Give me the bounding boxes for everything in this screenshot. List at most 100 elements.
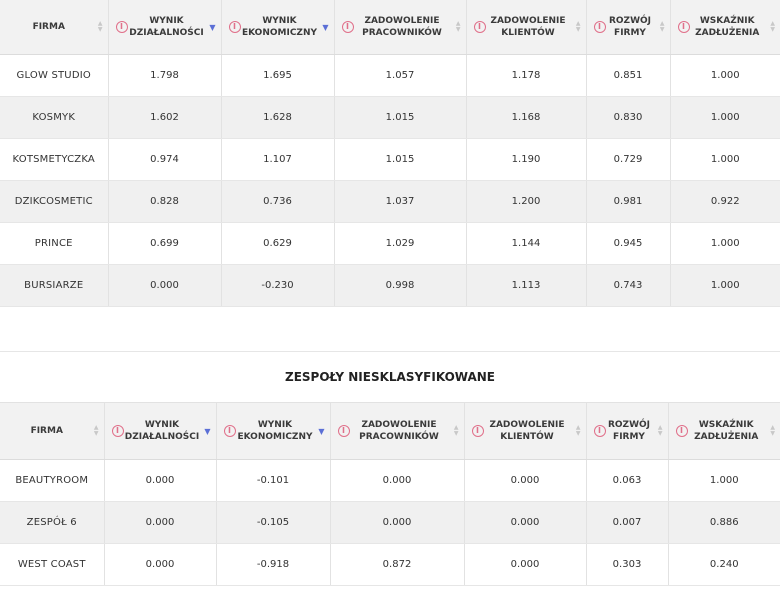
cell-wynik-ekonomiczny: 0.629: [221, 222, 335, 265]
cell-wskaznik-zadluzenia: 0.886: [668, 501, 780, 544]
column-header-rozwoj-firmy[interactable]: i ROZWÓJ FIRMY ▲ ▼: [586, 402, 669, 460]
cell-zadowolenie-klientow: 1.190: [466, 138, 587, 181]
cell-wynik-dzialalnosci: 1.602: [108, 96, 222, 139]
sort-desc-icon[interactable]: ▼: [209, 23, 215, 32]
cell-firma: WEST COAST: [0, 543, 105, 586]
info-icon[interactable]: i: [115, 20, 128, 33]
section-title-unclassified: ZESPOŁY NIESKLASYFIKOWANE: [285, 369, 495, 384]
info-icon[interactable]: i: [228, 20, 241, 33]
sort-desc-icon[interactable]: ▼: [322, 23, 328, 32]
info-icon[interactable]: i: [473, 20, 486, 33]
column-header-wynik-ekonomiczny[interactable]: i WYNIK EKONOMICZNY ▼: [216, 402, 331, 460]
table-row: ZESPÓŁ 6 0.000 -0.105 0.000 0.000 0.007 …: [0, 501, 780, 544]
table-header-row: FIRMA ▲ ▼ i WYNIK DZIAŁALNOŚCI ▼ i WYNIK …: [0, 0, 780, 55]
column-header-firma[interactable]: FIRMA ▲ ▼: [0, 402, 105, 460]
cell-zadowolenie-pracownikow: 1.015: [334, 96, 467, 139]
cell-zadowolenie-klientow: 0.000: [464, 543, 587, 586]
column-header-rozwoj-firmy[interactable]: i ROZWÓJ FIRMY ▲ ▼: [586, 0, 671, 55]
cell-rozwoj-firmy: 0.063: [586, 459, 669, 502]
info-icon[interactable]: i: [593, 20, 606, 33]
table-row: KOTSMETYCZKA 0.974 1.107 1.015 1.190 0.7…: [0, 138, 780, 181]
cell-rozwoj-firmy: 0.729: [586, 138, 671, 181]
sort-both-icon[interactable]: ▲ ▼: [660, 20, 665, 33]
sort-desc-icon[interactable]: ▼: [204, 427, 210, 436]
cell-firma: PRINCE: [0, 222, 109, 265]
column-label: ZADOWOLENIE PRACOWNIKÓW: [359, 419, 439, 442]
cell-zadowolenie-pracownikow: 1.015: [334, 138, 467, 181]
cell-wynik-dzialalnosci: 1.798: [108, 54, 222, 97]
info-icon[interactable]: i: [341, 20, 354, 33]
info-icon[interactable]: i: [111, 424, 124, 437]
cell-wynik-dzialalnosci: 0.000: [104, 459, 217, 502]
cell-rozwoj-firmy: 0.743: [586, 264, 671, 307]
sort-both-icon[interactable]: ▲ ▼: [576, 20, 581, 33]
cell-firma: ZESPÓŁ 6: [0, 501, 105, 544]
sort-both-icon[interactable]: ▲ ▼: [94, 424, 99, 437]
cell-wynik-ekonomiczny: -0.105: [216, 501, 331, 544]
cell-zadowolenie-klientow: 1.168: [466, 96, 587, 139]
info-icon[interactable]: i: [223, 424, 236, 437]
sort-both-icon[interactable]: ▲ ▼: [456, 20, 461, 33]
cell-wynik-dzialalnosci: 0.828: [108, 180, 222, 223]
column-header-wynik-dzialalnosci[interactable]: i WYNIK DZIAŁALNOŚCI ▼: [108, 0, 222, 55]
cell-wskaznik-zadluzenia: 1.000: [668, 459, 780, 502]
cell-wskaznik-zadluzenia: 0.922: [670, 180, 780, 223]
info-icon[interactable]: i: [677, 20, 690, 33]
column-label: ZADOWOLENIE PRACOWNIKÓW: [362, 15, 442, 38]
cell-wynik-dzialalnosci: 0.699: [108, 222, 222, 265]
section-spacer: [0, 307, 780, 352]
cell-zadowolenie-pracownikow: 1.037: [334, 180, 467, 223]
cell-wynik-dzialalnosci: 0.974: [108, 138, 222, 181]
cell-firma: DZIKCOSMETIC: [0, 180, 109, 223]
cell-zadowolenie-pracownikow: 0.000: [330, 459, 465, 502]
sort-both-icon[interactable]: ▲ ▼: [770, 20, 775, 33]
column-header-zadowolenie-klientow[interactable]: i ZADOWOLENIE KLIENTÓW ▲ ▼: [466, 0, 587, 55]
table-row: GLOW STUDIO 1.798 1.695 1.057 1.178 0.85…: [0, 54, 780, 97]
column-header-zadowolenie-pracownikow[interactable]: i ZADOWOLENIE PRACOWNIKÓW ▲ ▼: [330, 402, 465, 460]
cell-zadowolenie-pracownikow: 0.872: [330, 543, 465, 586]
column-header-zadowolenie-klientow[interactable]: i ZADOWOLENIE KLIENTÓW ▲ ▼: [464, 402, 587, 460]
info-icon[interactable]: i: [593, 424, 606, 437]
cell-wskaznik-zadluzenia: 1.000: [670, 54, 780, 97]
cell-wskaznik-zadluzenia: 1.000: [670, 222, 780, 265]
column-header-wynik-ekonomiczny[interactable]: i WYNIK EKONOMICZNY ▼: [221, 0, 335, 55]
sort-both-icon[interactable]: ▲ ▼: [576, 424, 581, 437]
cell-wynik-ekonomiczny: 1.107: [221, 138, 335, 181]
table-row: BEAUTYROOM 0.000 -0.101 0.000 0.000 0.06…: [0, 459, 780, 502]
cell-zadowolenie-klientow: 1.113: [466, 264, 587, 307]
cell-firma: KOTSMETYCZKA: [0, 138, 109, 181]
sort-both-icon[interactable]: ▲ ▼: [658, 424, 663, 437]
cell-wynik-dzialalnosci: 0.000: [104, 543, 217, 586]
cell-rozwoj-firmy: 0.851: [586, 54, 671, 97]
cell-rozwoj-firmy: 0.830: [586, 96, 671, 139]
cell-wynik-ekonomiczny: -0.101: [216, 459, 331, 502]
info-icon[interactable]: i: [471, 424, 484, 437]
sort-both-icon[interactable]: ▲ ▼: [98, 20, 103, 33]
sort-both-icon[interactable]: ▲ ▼: [770, 424, 775, 437]
table-row: BURSIARZE 0.000 -0.230 0.998 1.113 0.743…: [0, 264, 780, 307]
cell-wynik-dzialalnosci: 0.000: [108, 264, 222, 307]
sort-both-icon[interactable]: ▲ ▼: [454, 424, 459, 437]
unclassified-teams-table: FIRMA ▲ ▼ i WYNIK DZIAŁALNOŚCI ▼ i WYNIK …: [0, 401, 780, 586]
cell-zadowolenie-pracownikow: 1.057: [334, 54, 467, 97]
column-header-wynik-dzialalnosci[interactable]: i WYNIK DZIAŁALNOŚCI ▼: [104, 402, 217, 460]
cell-wynik-ekonomiczny: 0.736: [221, 180, 335, 223]
cell-firma: BEAUTYROOM: [0, 459, 105, 502]
cell-wynik-dzialalnosci: 0.000: [104, 501, 217, 544]
cell-wskaznik-zadluzenia: 1.000: [670, 96, 780, 139]
cell-zadowolenie-pracownikow: 1.029: [334, 222, 467, 265]
cell-rozwoj-firmy: 0.303: [586, 543, 669, 586]
cell-firma: BURSIARZE: [0, 264, 109, 307]
column-header-firma[interactable]: FIRMA ▲ ▼: [0, 0, 109, 55]
info-icon[interactable]: i: [337, 424, 350, 437]
column-header-wskaznik-zadluzenia[interactable]: i WSKAŹNIK ZADŁUŻENIA ▲ ▼: [668, 402, 780, 460]
ranking-table: FIRMA ▲ ▼ i WYNIK DZIAŁALNOŚCI ▼ i WYNIK …: [0, 0, 780, 307]
cell-wskaznik-zadluzenia: 1.000: [670, 264, 780, 307]
info-icon[interactable]: i: [675, 424, 688, 437]
cell-firma: GLOW STUDIO: [0, 54, 109, 97]
table-row: PRINCE 0.699 0.629 1.029 1.144 0.945 1.0…: [0, 222, 780, 265]
column-header-zadowolenie-pracownikow[interactable]: i ZADOWOLENIE PRACOWNIKÓW ▲ ▼: [334, 0, 467, 55]
cell-wynik-ekonomiczny: 1.628: [221, 96, 335, 139]
column-header-wskaznik-zadluzenia[interactable]: i WSKAŹNIK ZADŁUŻENIA ▲ ▼: [670, 0, 780, 55]
sort-desc-icon[interactable]: ▼: [318, 427, 324, 436]
